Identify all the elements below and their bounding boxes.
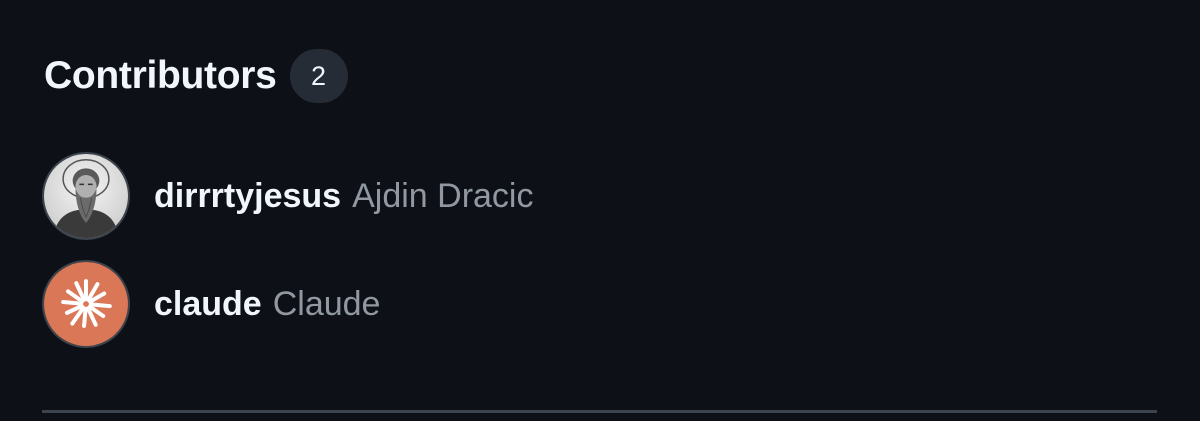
avatar[interactable] [42, 152, 130, 240]
contributor-login[interactable]: claude [154, 285, 262, 324]
contributor-login[interactable]: dirrrtyjesus [154, 177, 341, 216]
contributor-fullname: Ajdin Dracic [352, 176, 534, 215]
contributor-item: dirrrtyjesus Ajdin Dracic [42, 151, 533, 241]
contributors-count-badge: 2 [289, 49, 348, 103]
contributors-header: Contributors 2 [44, 48, 348, 104]
contributor-names: claude Claude [154, 285, 380, 324]
contributors-title[interactable]: Contributors [44, 48, 277, 104]
contributor-fullname: Claude [272, 284, 381, 323]
section-divider [42, 410, 1157, 413]
bearded-man-photo-avatar-icon [44, 154, 128, 238]
claude-starburst-logo-icon [44, 262, 128, 346]
contributor-names: dirrrtyjesus Ajdin Dracic [154, 177, 533, 216]
contributors-panel: Contributors 2 dirrrtyjesus Ajdin Dracic… [0, 0, 1200, 421]
contributor-item: claude Claude [42, 259, 380, 349]
avatar[interactable] [42, 260, 130, 348]
